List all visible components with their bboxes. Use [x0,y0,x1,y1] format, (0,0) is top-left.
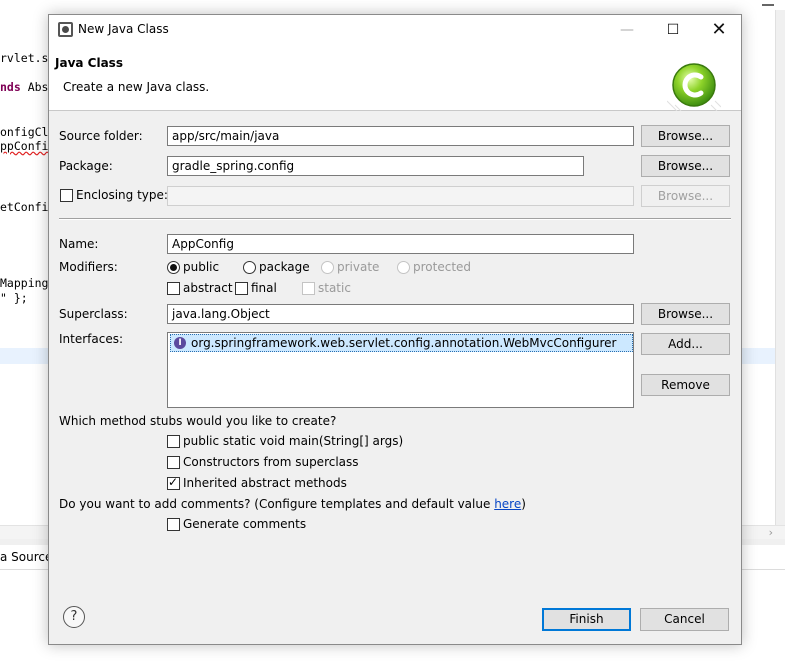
modifier-private-label: private [337,260,380,274]
source-folder-browse-button[interactable]: Browse... [641,125,730,147]
enclosing-type-checkbox[interactable] [60,189,73,202]
stub-constructors-label: Constructors from superclass [183,455,359,469]
name-field[interactable]: AppConfig [167,234,634,254]
modifier-protected-radio [397,261,410,274]
finish-button[interactable]: Finish [542,608,631,631]
modifier-abstract-label: abstract [183,281,233,295]
dialog-title: New Java Class [78,22,169,36]
stub-inherited-label: Inherited abstract methods [183,476,347,490]
modifier-final-label: final [251,281,277,295]
minimize-button[interactable]: — [604,15,650,45]
maximize-button[interactable]: ☐ [650,15,696,45]
interface-name: org.springframework.web.servlet.config.a… [191,336,617,350]
tab-java-source[interactable]: a Source [0,550,52,564]
superclass-field[interactable]: java.lang.Object [167,304,634,324]
source-folder-label: Source folder: [59,129,143,143]
list-item[interactable]: I org.springframework.web.servlet.config… [170,334,633,352]
code-line: ppConfi [0,139,48,153]
wizard-header: Java Class Create a new Java class. [49,45,741,111]
generate-comments-label: Generate comments [183,517,307,531]
code-line: Mapping [0,276,49,290]
code-line: etConfi [0,200,49,214]
interfaces-list[interactable]: I org.springframework.web.servlet.config… [167,332,634,408]
stub-constructors-checkbox[interactable] [167,456,180,469]
modifier-static-label: static [318,281,351,295]
enclosing-type-label: Enclosing type: [76,188,168,202]
enclosing-type-browse-button: Browse... [641,185,730,207]
modifier-private-radio [321,261,334,274]
eclipse-window-icon [58,22,73,37]
minimize-marker [762,0,774,6]
code-line: " }; [0,291,28,305]
wizard-title: Java Class [55,56,123,70]
modifier-static-checkbox [302,282,315,295]
interface-icon: I [174,337,186,349]
stub-main-label: public static void main(String[] args) [183,434,404,448]
stub-main-checkbox[interactable] [167,435,180,448]
modifier-public-label: public [183,260,220,274]
new-java-class-dialog: New Java Class — ☐ ✕ Java Class Create a… [48,14,742,645]
comments-question-text: Do you want to add comments? (Configure … [59,497,495,511]
modifier-package-label: package [259,260,310,274]
superclass-label: Superclass: [59,307,128,321]
vertical-scrollbar[interactable] [775,10,785,525]
code-keyword: nds [0,80,21,94]
superclass-browse-button[interactable]: Browse... [641,303,730,325]
comments-question-suffix: ) [521,497,526,511]
comments-question: Do you want to add comments? (Configure … [59,497,526,511]
modifiers-label: Modifiers: [59,260,118,274]
code-line: onfigCl [0,125,49,139]
code-error: ppConfi [0,139,49,153]
scroll-right-icon[interactable]: › [769,526,773,539]
close-button[interactable]: ✕ [696,15,742,45]
modifier-abstract-checkbox[interactable] [167,282,180,295]
method-stubs-question: Which method stubs would you like to cre… [59,414,337,428]
generate-comments-checkbox[interactable] [167,518,180,531]
modifier-final-checkbox[interactable] [235,282,248,295]
interfaces-label: Interfaces: [59,332,124,346]
modifier-protected-label: protected [413,260,472,274]
name-label: Name: [59,237,99,251]
wizard-description: Create a new Java class. [63,80,210,94]
separator [59,218,731,220]
package-label: Package: [59,159,113,173]
remove-interface-button[interactable]: Remove [641,374,730,396]
enclosing-type-field [167,186,634,206]
modifier-package-radio[interactable] [243,261,256,274]
add-interface-button[interactable]: Add... [641,333,730,355]
help-icon[interactable]: ? [63,606,85,628]
code-line: rvlet.s [0,51,49,65]
package-field[interactable]: gradle_spring.config [167,156,584,176]
package-browse-button[interactable]: Browse... [641,155,730,177]
new-class-icon [667,63,721,111]
stub-inherited-checkbox[interactable] [167,475,180,490]
code-line: nds Abs [0,80,48,94]
code-text: Abs [20,80,49,94]
configure-templates-link[interactable]: here [494,497,521,511]
source-folder-field[interactable]: app/src/main/java [167,126,634,146]
title-bar: New Java Class — ☐ ✕ [49,15,741,45]
cancel-button[interactable]: Cancel [640,608,729,631]
modifier-public-radio[interactable] [167,261,180,274]
